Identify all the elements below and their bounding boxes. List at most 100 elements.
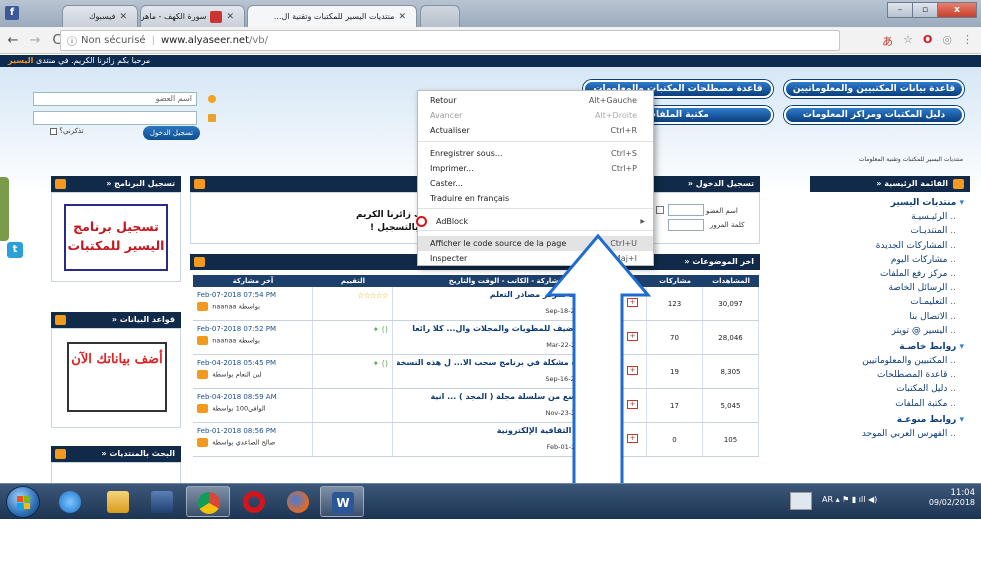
folder-icon: ▾ <box>956 414 964 425</box>
opera-icon <box>243 491 265 513</box>
welcome-text-main: مرحبا بكم زائرنا الكريم. في منتدى <box>35 56 151 65</box>
go-to-post-icon[interactable] <box>197 336 208 345</box>
last-post[interactable]: Feb-07-2018 07:54 PM naanaa بواسطة <box>193 287 313 320</box>
panel-password-input[interactable] <box>668 219 704 231</box>
side-tab[interactable] <box>0 177 9 241</box>
bookmark-star-icon[interactable]: ☆ <box>903 33 913 49</box>
last-post-author[interactable]: naanaa <box>212 303 236 311</box>
new-tab-button[interactable] <box>420 5 460 27</box>
menu-link[interactable]: .. الرسائل الخاصة <box>814 283 964 297</box>
menu-link[interactable]: .. الاتصال بنا <box>814 312 964 326</box>
taskbar-chrome[interactable] <box>186 486 230 517</box>
login-button[interactable]: تسجيل الدخول <box>143 126 200 140</box>
panel-username-input[interactable] <box>668 204 704 216</box>
context-menu-item[interactable]: Caster... <box>418 176 653 191</box>
taskbar-firefox[interactable] <box>276 486 320 517</box>
clock[interactable]: 11:04 09/02/2018 <box>929 488 975 507</box>
context-menu-item[interactable]: Actualiser Ctrl+R <box>418 123 653 138</box>
go-to-post-icon[interactable] <box>197 404 208 413</box>
taskbar-explorer[interactable] <box>96 486 140 517</box>
menu-link[interactable]: .. المنتديـات <box>814 226 964 240</box>
close-tab-icon[interactable]: ✕ <box>226 12 234 22</box>
panel-remember-checkbox[interactable] <box>656 206 664 214</box>
taskbar-ie[interactable] <box>48 486 92 517</box>
twitter-icon[interactable]: t <box>7 242 23 258</box>
remember-label: تذكرني؟ <box>59 127 84 135</box>
last-post-author[interactable]: صالح الصاعدي <box>236 439 276 447</box>
menu-group[interactable]: ▾ روابط خاصـة <box>814 342 964 356</box>
context-menu-item: Avancer Alt+Droite <box>418 108 653 123</box>
opera-icon[interactable]: O <box>923 33 932 49</box>
panel-square-icon <box>55 315 66 325</box>
context-menu-item[interactable]: Traduire en français <box>418 191 653 206</box>
menu-icon[interactable]: ⋮ <box>962 33 973 49</box>
go-to-post-icon[interactable] <box>197 370 208 379</box>
menu-link[interactable]: .. الرئيـسيـة <box>814 212 964 226</box>
menu-group[interactable]: ▾ منتديات اليسير <box>814 198 964 212</box>
forum-search-header: البحث بالمنتديات « <box>51 446 181 462</box>
last-post[interactable]: Feb-01-2018 08:56 PM صالح الصاعدي بواسطة <box>193 423 313 456</box>
tab-quran[interactable]: ✕ سورة الكهف - ماهر المعيقلي <box>140 5 245 27</box>
by-label: بواسطة <box>238 336 260 345</box>
close-tab-icon[interactable]: ✕ <box>119 12 127 22</box>
menu-link[interactable]: .. الفهرس العربي الموحد <box>814 429 964 443</box>
tab-facebook[interactable]: ✕ فيسبوك <box>62 5 138 27</box>
menu-link[interactable]: .. اليسير @ تويتر <box>814 326 964 340</box>
facebook-icon[interactable]: f <box>5 6 19 20</box>
tab-alyaseer[interactable]: ✕ منتديات اليسير للمكتبات وتقنية ال... <box>247 5 417 27</box>
last-post[interactable]: Feb-04-2018 05:45 PM لبن النعام بواسطة <box>193 355 313 388</box>
close-tab-icon[interactable]: ✕ <box>398 12 406 22</box>
go-to-post-icon[interactable] <box>197 438 208 447</box>
menu-link[interactable]: .. المشاركات الجديدة <box>814 241 964 255</box>
language-indicator[interactable]: AR <box>822 495 833 504</box>
menu-group[interactable]: ▾ روابط منوعـة <box>814 415 964 429</box>
windows-taskbar: W AR ▴ ⚑ ▮ ıll ◀) 11:04 09/02/2018 <box>0 483 981 519</box>
start-button[interactable] <box>6 486 40 518</box>
add-data-promo[interactable]: أضف بياناتك الآن <box>67 342 167 412</box>
last-post[interactable]: Feb-04-2018 08:59 AM الوافي100 بواسطة <box>193 389 313 422</box>
last-post-author[interactable]: لبن النعام <box>236 371 262 379</box>
menu-label: الرئيـسيـة <box>911 212 948 223</box>
extension-icon[interactable]: ◎ <box>942 33 952 49</box>
username-field[interactable]: اسم العضو <box>33 92 197 106</box>
forward-button[interactable]: → <box>26 33 44 48</box>
last-post-author[interactable]: naanaa <box>212 337 236 345</box>
last-post[interactable]: Feb-07-2018 07:52 PM naanaa بواسطة <box>193 321 313 354</box>
context-menu-item[interactable]: Enregistrer sous... Ctrl+S <box>418 146 653 161</box>
back-button[interactable]: ← <box>4 33 22 48</box>
keyboard-icon[interactable] <box>790 492 812 510</box>
close-window-button[interactable]: x <box>937 2 977 18</box>
menu-link[interactable]: .. مكتبة الملفات <box>814 399 964 413</box>
folder-icon: ▾ <box>956 341 964 352</box>
nav-libraries-guide[interactable]: دليل المكتبات ومراكز المعلومات <box>784 106 964 124</box>
register-program-promo[interactable]: تسجيل برنامج اليسير للمكتبات <box>64 204 168 271</box>
last-post-author[interactable]: الوافي100 <box>236 405 266 413</box>
go-to-post-icon[interactable] <box>197 302 208 311</box>
menu-link[interactable]: .. المكتبيين والمعلوماتيين <box>814 356 964 370</box>
menu-link[interactable]: .. مشاركات اليوم <box>814 255 964 269</box>
minimize-button[interactable]: – <box>887 2 913 18</box>
taskbar-opera[interactable] <box>232 486 276 517</box>
maximize-button[interactable]: ▫ <box>912 2 938 18</box>
nav-librarians-db[interactable]: قاعدة بيانات المكتبيين والمعلوماتيين <box>784 80 964 98</box>
menu-label: روابط منوعـة <box>896 414 957 425</box>
bullet-icon: .. <box>947 384 956 395</box>
info-icon[interactable]: ⓘ <box>67 33 77 48</box>
translate-icon[interactable]: あ <box>882 33 893 49</box>
remember-me[interactable]: تذكرني؟ <box>50 127 84 135</box>
menu-link[interactable]: .. مركز رفع الملفات <box>814 269 964 283</box>
menu-link[interactable]: .. التعليمـات <box>814 297 964 311</box>
menu-link[interactable]: .. قاعدة المصطلحات <box>814 370 964 384</box>
menu-label: المكتبيين والمعلوماتيين <box>862 356 948 367</box>
taskbar-word[interactable]: W <box>320 486 364 517</box>
url-text: www.alyaseer.net/vb/ <box>161 35 268 46</box>
context-menu-item[interactable]: AdBlock ▶ <box>416 214 653 229</box>
breadcrumb[interactable]: منتديات اليسير للمكتبات وتقنية المعلومات <box>859 156 963 163</box>
password-field[interactable] <box>33 111 197 125</box>
remember-checkbox[interactable] <box>50 127 57 135</box>
context-menu-item[interactable]: Imprimer... Ctrl+P <box>418 161 653 176</box>
taskbar-media[interactable] <box>140 486 184 517</box>
menu-link[interactable]: .. دليل المكتبات <box>814 384 964 398</box>
context-menu-item[interactable]: Retour Alt+Gauche <box>418 93 653 108</box>
url-input[interactable]: ⓘ Non sécurisé | www.alyaseer.net/vb/ <box>60 30 840 51</box>
